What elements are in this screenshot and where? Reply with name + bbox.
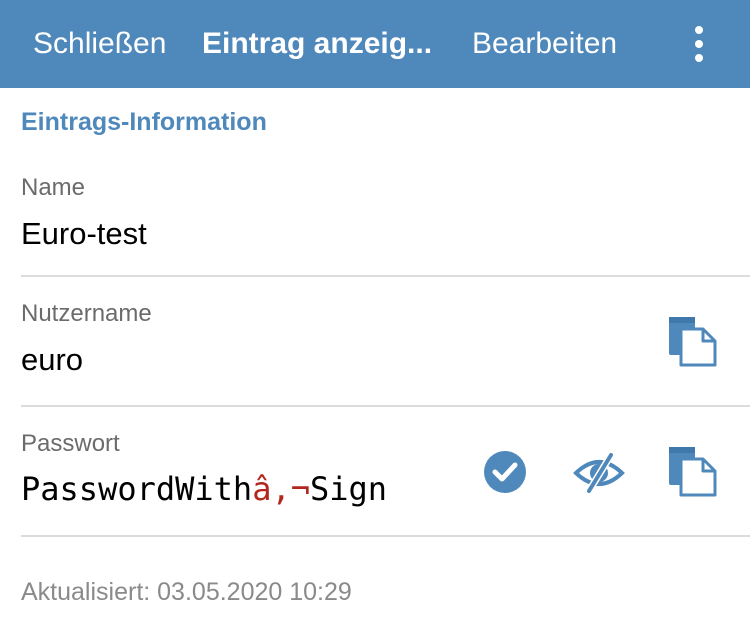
check-circle-icon[interactable] (483, 450, 527, 499)
page-title: Eintrag anzeig... (202, 27, 433, 60)
password-special-chars: â,¬ (252, 470, 310, 508)
nav-bar: Schließen Eintrag anzeig... Bearbeiten (0, 0, 750, 88)
divider (21, 275, 750, 277)
updated-timestamp: Aktualisiert: 03.05.2020 10:29 (21, 578, 352, 606)
username-label: Nutzername (21, 300, 152, 327)
username-value[interactable]: euro (21, 342, 83, 378)
section-title: Eintrags-Information (21, 108, 267, 136)
copy-icon[interactable] (667, 445, 719, 502)
password-text-prefix: PasswordWith (21, 470, 253, 508)
password-text-suffix: Sign (309, 470, 388, 508)
name-value[interactable]: Euro-test (21, 216, 147, 252)
password-label: Passwort (21, 430, 120, 457)
password-value[interactable]: PasswordWithâ,¬Sign (21, 470, 387, 508)
eye-slash-icon[interactable] (573, 451, 625, 500)
more-vertical-icon[interactable] (686, 26, 712, 62)
divider (21, 535, 750, 537)
close-button[interactable]: Schließen (33, 0, 166, 88)
copy-icon[interactable] (667, 315, 719, 372)
divider (21, 405, 750, 407)
edit-button[interactable]: Bearbeiten (472, 0, 617, 88)
name-label: Name (21, 174, 86, 201)
